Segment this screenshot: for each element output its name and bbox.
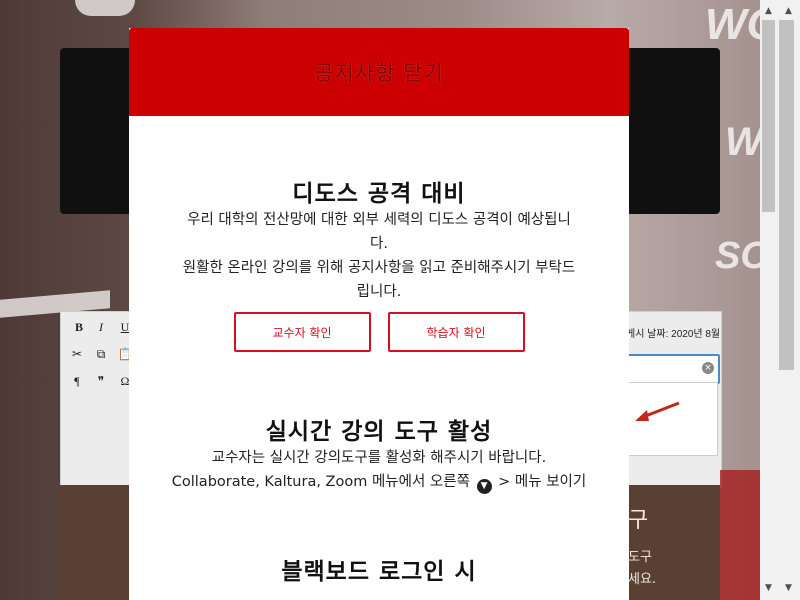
scroll-down-arrow-icon[interactable]: ▼ [780, 580, 797, 597]
wall-lettering: WO [705, 0, 760, 49]
copy-icon[interactable]: ⧉ [91, 344, 111, 364]
close-notice-label: 공지사항 닫기 [314, 61, 444, 85]
bold-button[interactable]: B [69, 317, 89, 337]
search-input[interactable]: × [620, 354, 720, 384]
section-text-line: 원활한 온라인 강의를 위해 공지사항을 읽고 준비해주시기 부탁드 [182, 260, 576, 276]
post-date-label: 게시 날짜: 2020년 8월 [626, 329, 721, 340]
section-text-line: 교수자는 실시간 강의도구를 활성화 해주시기 바랍니다. [211, 450, 547, 466]
band-text-fragment: 세요. [628, 572, 657, 587]
red-arrow-icon [635, 401, 680, 421]
cut-icon[interactable]: ✂ [67, 344, 87, 364]
menu-path-text: > 메뉴 보이기 [498, 474, 587, 490]
confirm-button-row: 교수자 확인 학습자 확인 [129, 312, 629, 352]
scroll-down-arrow-icon[interactable]: ▼ [760, 580, 777, 597]
section-text-line: Collaborate, Kaltura, Zoom 메뉴에서 오른쪽 ▼ > … [129, 470, 629, 494]
dropdown-panel [620, 382, 718, 456]
section-text-line: 립니다. [356, 284, 402, 300]
wall-lettering: SOM [715, 235, 760, 277]
section-title: 실시간 강의 도구 활성 [265, 419, 493, 445]
student-confirm-button[interactable]: 학습자 확인 [387, 312, 525, 352]
notice-modal: 공지사항 닫기 디도스 공격 대비 우리 대학의 전산망에 대한 외부 세력의 … [129, 28, 629, 600]
scroll-up-arrow-icon[interactable]: ▲ [780, 3, 797, 20]
quote-icon[interactable]: ❞ [91, 371, 111, 391]
window-scrollbar[interactable]: ▲ ▼ ▲ ▼ [760, 0, 800, 600]
page-scroll-thumb[interactable] [779, 20, 794, 370]
section-text-line: 다. [370, 236, 388, 252]
section-text-line: 우리 대학의 전산망에 대한 외부 세력의 디도스 공격이 예상됩니 [187, 212, 571, 228]
notice-section-live-tools: 실시간 강의 도구 활성 교수자는 실시간 강의도구를 활성화 해주시기 바랍니… [129, 412, 629, 494]
chevron-down-icon: ▼ [476, 478, 492, 494]
italic-button[interactable]: I [91, 317, 111, 337]
close-notice-button[interactable]: 공지사항 닫기 [129, 28, 629, 116]
section-title: 블랙보드 로그인 시 [281, 559, 477, 585]
notice-section-login: 블랙보드 로그인 시 [129, 552, 629, 586]
band-heading-fragment: 구 [628, 508, 649, 533]
instructor-confirm-button[interactable]: 교수자 확인 [233, 312, 371, 352]
notice-section-ddos: 디도스 공격 대비 우리 대학의 전산망에 대한 외부 세력의 디도스 공격이 … [129, 174, 629, 352]
red-chair-decoration [720, 470, 760, 600]
paragraph-icon[interactable]: ¶ [67, 371, 87, 391]
clear-icon[interactable]: × [702, 362, 714, 374]
menu-path-text: Collaborate, Kaltura, Zoom 메뉴에서 오른쪽 [171, 474, 470, 490]
page-scrollbar-track[interactable]: ▲ ▼ [777, 0, 800, 600]
scroll-up-arrow-icon[interactable]: ▲ [760, 3, 777, 20]
wall-lettering: WOR [725, 120, 760, 164]
ceiling-lamp [75, 0, 135, 16]
band-text-fragment: 도구 [628, 550, 652, 565]
modal-scroll-thumb[interactable] [762, 20, 775, 212]
section-title: 디도스 공격 대비 [292, 181, 466, 207]
